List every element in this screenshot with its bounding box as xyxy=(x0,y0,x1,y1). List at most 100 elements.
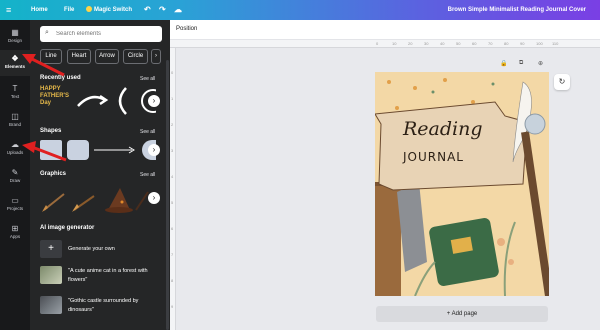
see-all-graphics-link[interactable]: See all xyxy=(140,172,155,178)
ruler-tick: 30 xyxy=(424,41,429,46)
rail-item-apps[interactable]: ⊞ Apps xyxy=(0,220,30,246)
redo-icon[interactable]: ↷ xyxy=(159,0,166,20)
ruler-tick: 60 xyxy=(472,41,477,46)
add-page-button[interactable]: + Add page xyxy=(376,306,548,322)
document-title[interactable]: Brown Simple Minimalist Reading Journal … xyxy=(448,0,586,20)
magic-switch-icon xyxy=(86,6,92,12)
top-bar: ≡ Home File Magic Switch ↶ ↷ ☁ Brown Sim… xyxy=(0,0,600,20)
add-page-icon[interactable]: ⊕ xyxy=(538,60,543,67)
rail-item-design[interactable]: ▦ Design xyxy=(0,24,30,50)
ai-item-label: "Gothic castle surrounded by dinosaurs" xyxy=(68,298,139,313)
ai-item-label: "A cute anime cat in a forest with flowe… xyxy=(68,268,148,283)
graphic-broom-2[interactable] xyxy=(72,195,95,212)
lock-icon[interactable]: 🔒 xyxy=(500,60,507,67)
ruler-tick: 1 xyxy=(171,96,174,101)
rail-item-brand[interactable]: ◫ Brand xyxy=(0,108,30,134)
ruler-tick: 3 xyxy=(171,148,174,153)
staff xyxy=(521,131,549,296)
chip-circle[interactable]: Circle xyxy=(123,49,148,64)
plant xyxy=(503,221,516,296)
ruler-tick: 8 xyxy=(171,278,174,283)
rail-label: Apps xyxy=(9,234,21,239)
shapes-next-button[interactable]: › xyxy=(148,144,160,156)
shape-line-arrow[interactable] xyxy=(92,144,138,156)
banner xyxy=(375,101,528,191)
rail-label: Brand xyxy=(8,122,21,127)
text-icon: T xyxy=(12,84,18,93)
plus-icon: + xyxy=(40,240,62,258)
rail-label: Projects xyxy=(6,206,24,211)
graphics-next-button[interactable]: › xyxy=(148,192,160,204)
ruler-tick: 10 xyxy=(392,41,397,46)
projects-icon: ▭ xyxy=(11,196,19,205)
ruler-tick: 100 xyxy=(536,41,543,46)
recent-thumb-text: HAPPY FATHER'S Day xyxy=(40,86,69,106)
rail-item-projects[interactable]: ▭ Projects xyxy=(0,192,30,218)
see-all-shapes-link[interactable]: See all xyxy=(140,129,155,135)
ruler-vertical: 0 1 2 3 4 5 6 7 8 9 xyxy=(170,48,176,330)
search-input[interactable] xyxy=(56,28,156,40)
ruler-tick: 40 xyxy=(440,41,445,46)
graphic-broom-1[interactable] xyxy=(42,193,65,212)
ai-item-label: Generate your own xyxy=(68,246,115,252)
dot-pattern xyxy=(387,78,527,110)
ruler-tick: 80 xyxy=(504,41,509,46)
recent-item-curved-arrow[interactable] xyxy=(75,90,109,112)
shape-rounded-square[interactable] xyxy=(67,140,89,160)
undo-icon[interactable]: ↶ xyxy=(144,0,151,20)
crystal-orb xyxy=(524,113,546,135)
recent-item-arc[interactable] xyxy=(112,86,136,116)
chip-arrow[interactable]: Arrow xyxy=(95,49,119,64)
ruler-tick: 9 xyxy=(171,304,174,309)
design-page[interactable]: Reading JOURNAL xyxy=(375,72,549,296)
duplicate-page-icon[interactable]: ⧉ xyxy=(519,60,523,67)
ruler-tick: 5 xyxy=(171,200,174,205)
cloud-save-icon[interactable]: ☁ xyxy=(174,0,182,20)
rail-item-text[interactable]: T Text xyxy=(0,80,30,106)
position-button[interactable]: Position xyxy=(176,26,197,32)
ruler-tick: 20 xyxy=(408,41,413,46)
draw-icon: ✎ xyxy=(11,168,19,177)
ruler-tick: 7 xyxy=(171,252,174,257)
ai-thumb-cat xyxy=(40,266,62,284)
section-title-ai-generator: AI image generator xyxy=(40,225,95,231)
rail-label: Design xyxy=(7,38,22,43)
section-title-shapes: Shapes xyxy=(40,128,62,134)
see-all-recent-link[interactable]: See all xyxy=(140,76,155,82)
ruler-tick: 0 xyxy=(376,41,379,46)
annotation-arrow-uploads xyxy=(22,141,67,162)
ruler-tick: 4 xyxy=(171,174,174,179)
recent-next-button[interactable]: › xyxy=(148,95,160,107)
home-button[interactable]: Home xyxy=(31,0,48,20)
ruler-horizontal: 0 10 20 30 40 50 60 70 80 90 100 110 xyxy=(170,40,600,48)
magic-switch-label: Magic Switch xyxy=(94,7,133,13)
ruler-tick: 2 xyxy=(171,122,174,127)
menu-icon[interactable]: ≡ xyxy=(6,0,11,20)
rail-label: Text xyxy=(10,94,20,99)
wood-plank xyxy=(375,182,401,296)
graphic-witch-hat[interactable] xyxy=(105,188,133,213)
chip-heart[interactable]: Heart xyxy=(67,49,91,64)
section-title-graphics: Graphics xyxy=(40,171,67,177)
title-journal[interactable]: JOURNAL xyxy=(403,150,464,164)
ruler-tick: 0 xyxy=(171,70,174,75)
rail-item-draw[interactable]: ✎ Draw xyxy=(0,164,30,190)
refresh-icon[interactable]: ↻ xyxy=(554,74,570,90)
panel-scrollbar[interactable] xyxy=(166,60,169,330)
graphic-wand[interactable] xyxy=(135,191,149,211)
brand-icon: ◫ xyxy=(11,112,19,121)
annotation-arrow-elements xyxy=(22,54,65,77)
graphics-row xyxy=(42,188,149,213)
ruler-tick: 90 xyxy=(520,41,525,46)
page-artwork xyxy=(375,78,549,296)
file-menu[interactable]: File xyxy=(64,0,74,20)
ruler-tick: 50 xyxy=(456,41,461,46)
search-box[interactable]: ⌕ xyxy=(40,26,162,42)
title-reading[interactable]: Reading xyxy=(403,118,483,140)
magic-switch-button[interactable]: Magic Switch xyxy=(86,0,132,20)
recent-item-happy-fathers-day[interactable]: HAPPY FATHER'S Day xyxy=(40,86,74,116)
rail-label: Draw xyxy=(9,178,21,183)
chip-next-button[interactable]: › xyxy=(151,49,161,64)
canvas-area: 0 10 20 30 40 50 60 70 80 90 100 110 0 1… xyxy=(170,40,600,330)
context-toolbar: Position xyxy=(170,20,600,40)
